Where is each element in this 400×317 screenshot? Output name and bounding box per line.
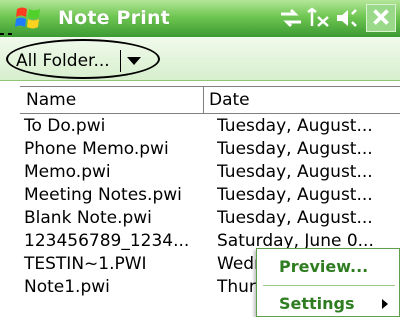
folder-label: All Folder... — [16, 51, 110, 71]
column-header-date[interactable]: Date — [209, 90, 250, 110]
file-date: Tuesday, August... — [217, 185, 373, 205]
file-date: Tuesday, August... — [217, 208, 373, 228]
app-title: Note Print — [58, 7, 170, 29]
file-date: Tuesday, August... — [217, 139, 373, 159]
corner-mark — [8, 33, 12, 35]
menu-item-label: Preview... — [279, 257, 369, 276]
list-row[interactable]: Blank Note.pwi Tuesday, August... — [20, 208, 400, 231]
file-name: To Do.pwi — [24, 116, 106, 136]
column-separator[interactable] — [203, 87, 204, 114]
file-name: Note1.pwi — [24, 277, 110, 297]
close-icon — [373, 9, 389, 25]
file-name: Phone Memo.pwi — [24, 139, 169, 159]
folder-dropdown[interactable]: All Folder... — [14, 49, 150, 73]
file-date: Tuesday, August... — [217, 116, 373, 136]
close-button[interactable] — [366, 4, 396, 32]
file-name: Blank Note.pwi — [24, 208, 152, 228]
submenu-arrow-icon — [382, 299, 388, 309]
menu-item-label: Settings — [279, 294, 355, 313]
file-name: 123456789_1234... — [24, 231, 190, 251]
combo-divider — [120, 50, 121, 72]
menu-item-settings[interactable]: Settings — [257, 288, 400, 317]
list-row[interactable]: Phone Memo.pwi Tuesday, August... — [20, 139, 400, 162]
list-row[interactable]: To Do.pwi Tuesday, August... — [20, 116, 400, 139]
chevron-down-icon[interactable] — [127, 57, 141, 65]
list-row[interactable]: Memo.pwi Tuesday, August... — [20, 162, 400, 185]
column-header-name[interactable]: Name — [26, 90, 76, 110]
popup-menu: Preview... Settings — [256, 248, 400, 317]
windows-flag-icon[interactable] — [14, 3, 44, 33]
menu-separator — [263, 285, 395, 286]
connectivity-icon[interactable] — [278, 6, 304, 30]
corner-mark — [0, 33, 4, 35]
file-date: Tuesday, August... — [217, 162, 373, 182]
list-row[interactable]: Meeting Notes.pwi Tuesday, August... — [20, 185, 400, 208]
file-name: TESTIN~1.PWI — [24, 254, 147, 274]
file-name: Meeting Notes.pwi — [24, 185, 182, 205]
signal-icon[interactable] — [306, 6, 332, 30]
menu-item-preview[interactable]: Preview... — [257, 251, 400, 281]
title-bar: Note Print — [0, 0, 400, 37]
volume-icon[interactable] — [334, 6, 360, 30]
file-name: Memo.pwi — [24, 162, 111, 182]
list-header: Name Date — [20, 86, 400, 114]
